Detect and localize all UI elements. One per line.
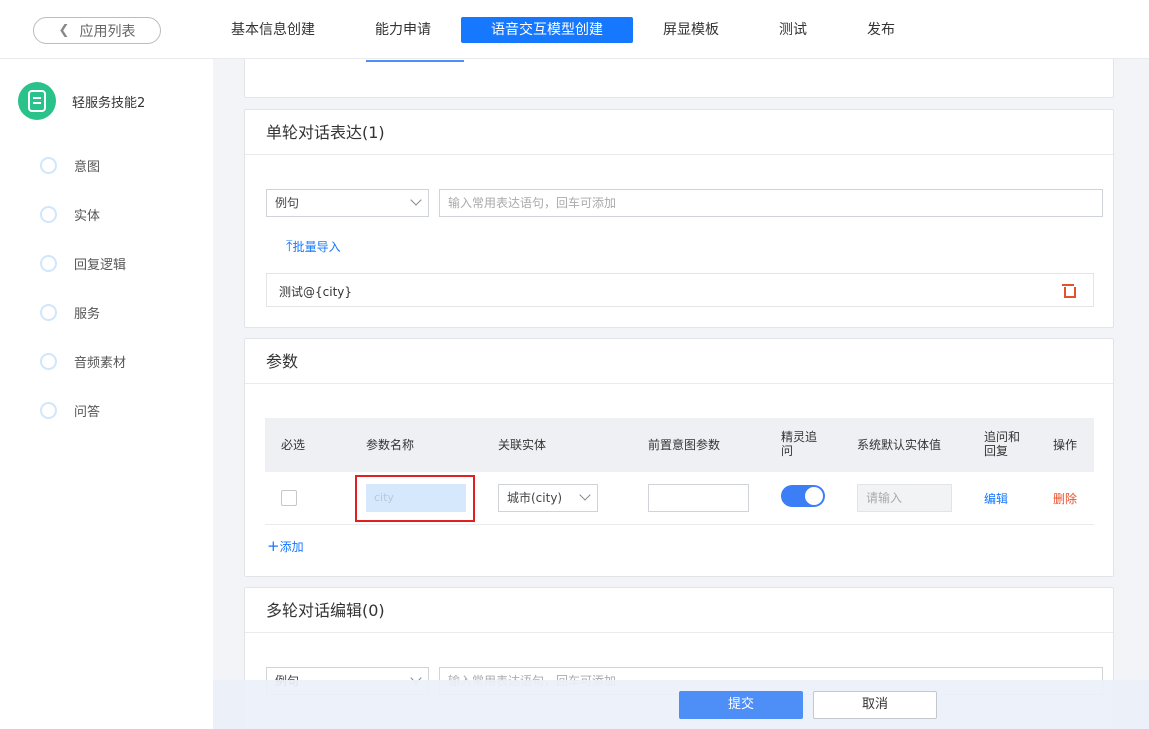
expression-type-select[interactable]: 例句 [266, 189, 429, 217]
sidebar-item-entity[interactable]: 实体 [40, 204, 100, 224]
circle-icon [40, 303, 57, 321]
chevron-left-icon: ❮ [58, 23, 70, 38]
circle-icon [40, 156, 57, 174]
upload-icon: ⤒ [286, 237, 293, 255]
sidebar-item-label: 音频素材 [74, 355, 127, 371]
chevron-down-icon [579, 489, 591, 501]
tab-screen-template[interactable]: 屏显模板 [652, 17, 730, 43]
circle-icon [40, 205, 57, 223]
add-param-link[interactable]: +添加 [267, 537, 304, 555]
table-row: city 城市(city) 请输入 编辑 删除 [265, 472, 1094, 525]
sidebar-item-label: 回复逻辑 [74, 257, 127, 273]
sidebar: 轻服务技能2 意图 实体 回复逻辑 服务 音频素材 问答 [0, 59, 213, 729]
col-param-name: 参数名称 [366, 438, 415, 452]
params-title: 参数 [245, 339, 1113, 384]
params-table-header: 必选 参数名称 关联实体 前置意图参数 精灵追问 系统默认实体值 追问和回复 操… [265, 418, 1094, 472]
delete-link[interactable]: 删除 [1053, 490, 1077, 507]
circle-icon [40, 254, 57, 272]
params-card: 参数 必选 参数名称 关联实体 前置意图参数 精灵追问 系统默认实体值 追问和回… [244, 338, 1114, 577]
default-value-input[interactable]: 请输入 [857, 484, 952, 512]
tab-publish[interactable]: 发布 [856, 17, 906, 43]
tab-basic-info[interactable]: 基本信息创建 [222, 17, 324, 43]
sidebar-item-qa[interactable]: 问答 [40, 400, 100, 420]
sidebar-item-label: 问答 [74, 404, 101, 420]
chevron-down-icon [410, 194, 422, 206]
select-value: 例句 [275, 196, 300, 210]
sidebar-item-audio[interactable]: 音频素材 [40, 351, 126, 371]
add-label: 添加 [279, 540, 304, 554]
expression-input[interactable]: 输入常用表达语句，回车可添加 [439, 189, 1103, 217]
submit-button[interactable]: 提交 [679, 691, 803, 719]
multi-turn-title: 多轮对话编辑(0) [245, 588, 1113, 633]
main-content: 单轮对话表达(1) 例句 输入常用表达语句，回车可添加 ⤒批量导入 测试@{ci… [213, 59, 1149, 729]
expression-text: 测试@{city} [279, 285, 353, 299]
entity-select[interactable]: 城市(city) [498, 484, 598, 512]
col-entity: 关联实体 [498, 438, 547, 452]
sidebar-item-label: 实体 [74, 208, 101, 224]
back-button-label: 应用列表 [79, 23, 136, 40]
sidebar-item-label: 意图 [74, 159, 101, 175]
back-to-app-list-button[interactable]: ❮ 应用列表 [33, 17, 161, 44]
entity-value: 城市(city) [507, 491, 563, 505]
sidebar-item-label: 服务 [74, 306, 101, 322]
trash-icon[interactable] [1062, 284, 1076, 298]
col-required: 必选 [281, 438, 306, 452]
highlight-box [355, 475, 475, 522]
tab-capability[interactable]: 能力申请 [362, 17, 444, 43]
batch-import-link[interactable]: ⤒批量导入 [286, 237, 341, 255]
single-turn-title: 单轮对话表达(1) [245, 110, 1113, 155]
col-action: 操作 [1053, 438, 1078, 452]
col-pre-intent: 前置意图参数 [648, 438, 721, 452]
circle-icon [40, 352, 57, 370]
intent-info-card [244, 59, 1114, 98]
default-value-placeholder: 请输入 [866, 491, 903, 505]
cancel-button[interactable]: 取消 [813, 691, 937, 719]
edit-link[interactable]: 编辑 [984, 490, 1008, 507]
pre-intent-param-input[interactable] [648, 484, 749, 512]
col-follow-up: 精灵追问 [781, 430, 818, 458]
tab-underline [366, 60, 464, 62]
tab-voice-model[interactable]: 语音交互模型创建 [461, 17, 633, 43]
sidebar-item-intent[interactable]: 意图 [40, 155, 100, 175]
plus-icon: + [267, 537, 280, 555]
single-turn-card: 单轮对话表达(1) 例句 输入常用表达语句，回车可添加 ⤒批量导入 测试@{ci… [244, 109, 1114, 328]
follow-up-toggle[interactable] [781, 485, 825, 507]
circle-icon [40, 401, 57, 419]
expression-row: 测试@{city} [266, 273, 1094, 307]
col-reply: 追问和回复 [984, 430, 1021, 458]
required-checkbox[interactable] [281, 490, 297, 506]
app-name: 轻服务技能2 [72, 96, 146, 111]
col-default-value: 系统默认实体值 [857, 438, 942, 452]
tab-test[interactable]: 测试 [768, 17, 818, 43]
top-nav: ❮ 应用列表 基本信息创建 能力申请 语音交互模型创建 屏显模板 测试 发布 [0, 0, 1149, 59]
sidebar-item-reply-logic[interactable]: 回复逻辑 [40, 253, 126, 273]
input-placeholder: 输入常用表达语句，回车可添加 [448, 196, 617, 210]
batch-import-label: 批量导入 [292, 240, 341, 254]
app-logo-icon [18, 82, 56, 120]
sidebar-item-service[interactable]: 服务 [40, 302, 100, 322]
footer-bar: 提交 取消 [213, 680, 1149, 729]
